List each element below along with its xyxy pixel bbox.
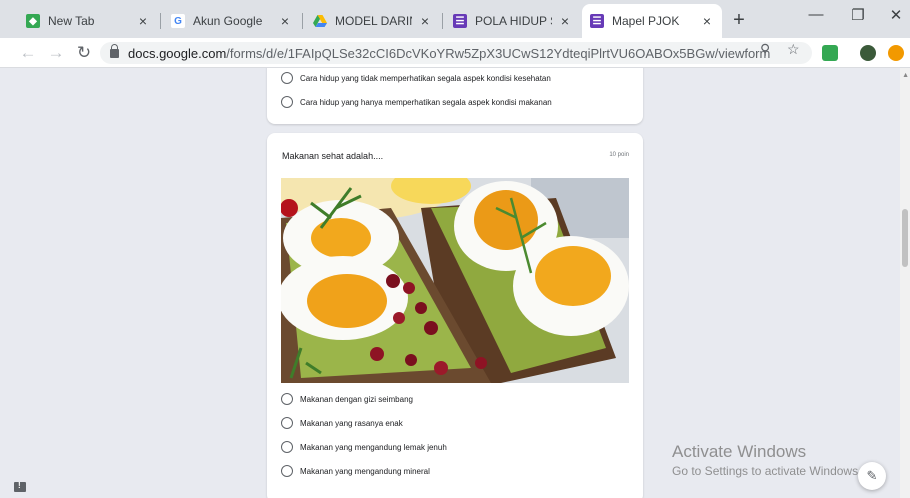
tab-title: Akun Google [193,14,263,28]
tab-divider [442,13,443,29]
browser-toolbar: ← → ↻ docs.google.com /forms/d/e/1FAIpQL… [0,38,910,68]
watermark-subtitle: Go to Settings to activate Windows. [672,464,862,478]
tab-divider [160,13,161,29]
minimize-button[interactable]: — [801,6,831,23]
radio-option[interactable]: Makanan yang mengandung mineral [281,465,430,477]
feedback-icon[interactable] [14,481,26,492]
question-title: Makanan sehat adalah.... [282,151,384,161]
tab-pola-hidup-sehat[interactable]: ☰ POLA HIDUP SEH × [445,6,580,36]
radio-button[interactable] [281,465,293,477]
url-host: docs.google.com [128,45,227,61]
activate-windows-watermark: Activate Windows Go to Settings to activ… [672,442,861,478]
scrollbar[interactable] [900,68,910,498]
radio-button[interactable] [281,96,293,108]
reload-button[interactable]: ↻ [74,43,94,63]
radio-option[interactable]: Makanan yang rasanya enak [281,417,403,429]
radio-button[interactable] [281,441,293,453]
tab-strip: ◆ New Tab × G Akun Google × MODEL DARING… [0,0,910,38]
lock-icon [110,43,119,58]
zoom-icon[interactable]: ⚲ [760,41,770,58]
tab-new-tab[interactable]: ◆ New Tab × [18,6,158,36]
close-icon[interactable]: × [700,13,714,29]
extension-icon[interactable] [822,45,838,61]
edit-pencil-button[interactable]: ✎ [858,462,886,490]
option-label: Cara hidup yang tidak memperhatikan sega… [300,73,551,83]
radio-option[interactable]: Cara hidup yang hanya memperhatikan sega… [281,96,552,108]
google-g-icon: G [171,14,185,28]
close-icon[interactable]: × [278,13,292,29]
form-page: Cara hidup yang tidak memperhatikan sega… [0,68,910,498]
radio-option[interactable]: Makanan yang mengandung lemak jenuh [281,441,447,453]
google-forms-icon: ☰ [453,14,467,28]
radio-option[interactable]: Makanan dengan gizi seimbang [281,393,413,405]
bookmark-star-icon[interactable]: ☆ [787,41,800,58]
option-label: Makanan yang mengandung mineral [300,466,430,476]
question-card: Makanan sehat adalah.... 10 poin Makanan… [267,133,643,498]
watermark-title: Activate Windows [672,442,807,461]
radio-option[interactable]: Cara hidup yang tidak memperhatikan sega… [281,72,551,84]
radio-button[interactable] [281,72,293,84]
pencil-icon: ✎ [866,468,878,483]
radio-button[interactable] [281,393,293,405]
forward-button[interactable]: → [46,43,66,63]
address-bar[interactable]: docs.google.com /forms/d/e/1FAIpQLSe32cC… [100,42,812,64]
scroll-up-arrow-icon[interactable]: ▲ [902,72,909,79]
restore-button[interactable]: ❐ [843,6,873,24]
update-alert-icon[interactable] [888,45,904,61]
option-label: Makanan yang rasanya enak [300,418,403,428]
tab-title: POLA HIDUP SEH [475,14,552,28]
tab-divider [302,13,303,29]
new-tab-icon: ◆ [26,14,40,28]
tab-title: Mapel PJOK [612,14,680,28]
close-icon[interactable]: × [136,13,150,29]
egg-avocado-toast-image [281,178,629,383]
radio-button[interactable] [281,417,293,429]
question-card: Cara hidup yang tidak memperhatikan sega… [267,68,643,124]
scrollbar-thumb[interactable] [902,209,908,267]
option-label: Cara hidup yang hanya memperhatikan sega… [300,97,552,107]
option-label: Makanan yang mengandung lemak jenuh [300,442,447,452]
profile-avatar[interactable] [860,45,876,61]
tab-title: New Tab [48,14,95,28]
question-points: 10 poin [609,152,629,158]
back-button[interactable]: ← [18,43,38,63]
close-icon[interactable]: × [418,13,432,29]
tab-akun-google[interactable]: G Akun Google × [163,6,300,36]
tab-model-daring[interactable]: MODEL DARING × [305,6,440,36]
new-tab-button[interactable]: + [727,9,751,32]
option-label: Makanan dengan gizi seimbang [300,394,413,404]
google-drive-icon [313,14,327,28]
tab-title: MODEL DARING [335,14,412,28]
close-icon[interactable]: × [558,13,572,29]
url-path: /forms/d/e/1FAIpQLSe32cCI6DcVKoYRw5ZpX3U… [226,45,771,61]
google-forms-icon: ☰ [590,14,604,28]
tab-mapel-pjok[interactable]: ☰ Mapel PJOK × [582,4,722,38]
close-window-button[interactable]: ✕ [881,6,910,24]
